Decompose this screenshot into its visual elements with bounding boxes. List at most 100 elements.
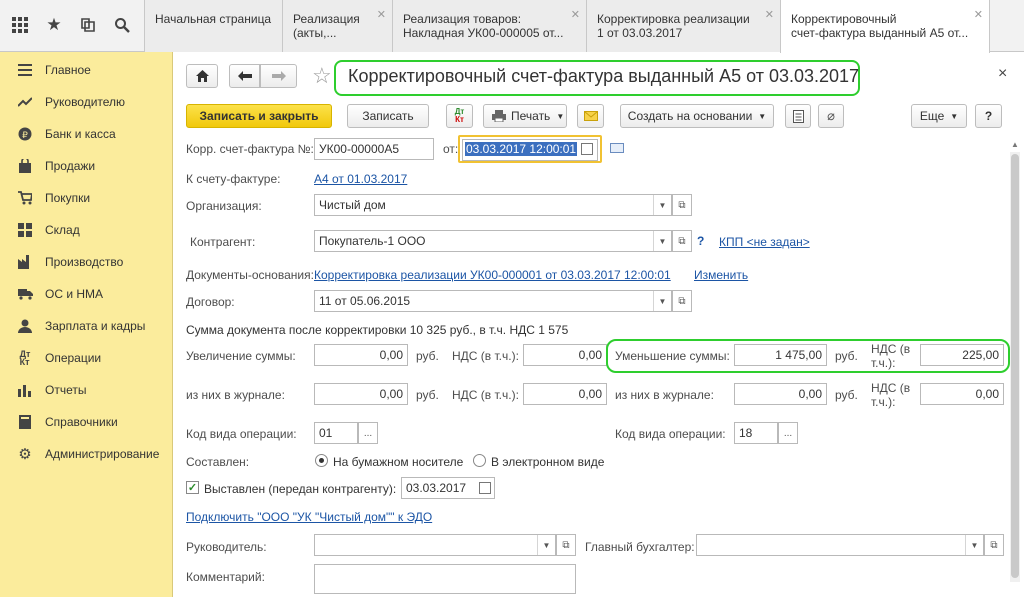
- home-button[interactable]: [186, 64, 218, 88]
- create-based-on-button[interactable]: Создать на основании ▼: [620, 104, 774, 128]
- question-icon[interactable]: ?: [697, 234, 704, 248]
- dt-kt-button[interactable]: Дт Кт: [446, 104, 473, 128]
- sidebar-item-warehouse[interactable]: Склад: [0, 219, 173, 241]
- invoice-link[interactable]: А4 от 01.03.2017: [314, 172, 407, 186]
- head-field[interactable]: ▼: [314, 534, 556, 556]
- forward-button[interactable]: [260, 64, 297, 88]
- organization-field[interactable]: Чистый дом ▼: [314, 194, 672, 216]
- kpp-link[interactable]: КПП <не задан>: [719, 235, 810, 249]
- date-field[interactable]: 03.03.2017 12:00:01: [462, 139, 598, 161]
- op-code-right-field[interactable]: 18: [734, 422, 778, 444]
- change-link[interactable]: Изменить: [694, 268, 748, 282]
- dropdown-arrow-icon[interactable]: ▼: [653, 231, 671, 251]
- electronic-option-label: В электронном виде: [491, 455, 605, 469]
- organization-label: Организация:: [186, 199, 262, 213]
- email-button[interactable]: [577, 104, 604, 128]
- print-label: Печать: [511, 109, 551, 123]
- tab-close-icon[interactable]: ✕: [974, 8, 983, 22]
- sidebar-item-manager[interactable]: Руководителю: [0, 91, 173, 113]
- save-and-close-button[interactable]: Записать и закрыть: [186, 104, 332, 128]
- sidebar-item-purchases[interactable]: Покупки: [0, 187, 173, 209]
- increase-vat-field[interactable]: 0,00: [523, 344, 607, 366]
- decrease-field[interactable]: 1 475,00: [734, 344, 827, 366]
- sidebar-item-salary[interactable]: Зарплата и кадры: [0, 315, 173, 337]
- calendar-icon[interactable]: [581, 143, 593, 155]
- favorites-star-icon[interactable]: ★: [41, 12, 67, 38]
- notes-icon[interactable]: [610, 143, 624, 153]
- accountant-label: Главный бухгалтер:: [585, 540, 695, 554]
- sidebar-item-catalogs[interactable]: Справочники: [0, 411, 173, 433]
- edo-connect-link[interactable]: Подключить "ООО "УК "Чистый дом"" к ЭДО: [186, 510, 432, 524]
- accountant-field[interactable]: ▼: [696, 534, 984, 556]
- more-button[interactable]: Еще ▼: [911, 104, 967, 128]
- sidebar-item-admin[interactable]: ⚙ Администрирование: [0, 443, 173, 465]
- close-form-icon[interactable]: ×: [998, 65, 1007, 83]
- dropdown-arrow-icon[interactable]: ▼: [653, 195, 671, 215]
- document-button[interactable]: [785, 104, 811, 128]
- paper-radio[interactable]: [315, 454, 328, 467]
- save-button[interactable]: Записать: [347, 104, 429, 128]
- attach-button[interactable]: ⌀: [818, 104, 844, 128]
- contract-field[interactable]: 11 от 05.06.2015 ▼: [314, 290, 672, 312]
- open-accountant-icon[interactable]: ⧉: [984, 534, 1004, 556]
- sidebar-item-production[interactable]: Производство: [0, 251, 173, 273]
- sidebar-item-operations[interactable]: Дт Кт Операции: [0, 347, 173, 369]
- decrease-vat-field[interactable]: 225,00: [920, 344, 1004, 366]
- dropdown-arrow-icon[interactable]: ▼: [965, 535, 983, 555]
- dropdown-arrow-icon[interactable]: ▼: [537, 535, 555, 555]
- sidebar-item-label: Администрирование: [45, 447, 160, 461]
- sidebar-item-main[interactable]: Главное: [0, 59, 173, 81]
- tab-label: Начальная страница: [155, 12, 272, 26]
- sidebar-item-bank[interactable]: ₽ Банк и касса: [0, 123, 173, 145]
- tab-home[interactable]: Начальная страница: [144, 0, 282, 52]
- open-head-icon[interactable]: ⧉: [556, 534, 576, 556]
- tab-close-icon[interactable]: ✕: [765, 8, 774, 22]
- sidebar-item-label: Зарплата и кадры: [45, 319, 146, 333]
- tab-close-icon[interactable]: ✕: [377, 8, 386, 22]
- journal-increase-vat-field[interactable]: 0,00: [523, 383, 607, 405]
- tab-corr-invoice[interactable]: Корректировочный счет-фактура выданный А…: [780, 0, 990, 53]
- help-button[interactable]: ?: [975, 104, 1002, 128]
- journal-decrease-field[interactable]: 0,00: [734, 383, 827, 405]
- electronic-radio[interactable]: [473, 454, 486, 467]
- scrollbar-thumb[interactable]: [1011, 154, 1019, 578]
- dropdown-arrow-icon: ▼: [950, 111, 959, 121]
- page-title: Корректировочный счет-фактура выданный А…: [348, 66, 860, 86]
- scroll-up-arrow-icon[interactable]: ▲: [1011, 140, 1019, 149]
- increase-field[interactable]: 0,00: [314, 344, 408, 366]
- sidebar-item-reports[interactable]: Отчеты: [0, 379, 173, 401]
- journal-increase-field[interactable]: 0,00: [314, 383, 408, 405]
- print-button[interactable]: Печать ▼: [483, 104, 567, 128]
- tab-correction[interactable]: Корректировка реализации 1 от 03.03.2017…: [586, 0, 780, 52]
- tab-sales-list[interactable]: Реализация (акты,... ✕: [282, 0, 392, 52]
- corr-no-field[interactable]: УК00-00000А5: [314, 138, 434, 160]
- search-icon[interactable]: [109, 12, 135, 38]
- calendar-icon[interactable]: [479, 482, 491, 494]
- open-contract-icon[interactable]: ⧉: [672, 290, 692, 312]
- tab-close-icon[interactable]: ✕: [571, 8, 580, 22]
- journal-decrease-vat-field[interactable]: 0,00: [920, 383, 1004, 405]
- op-code-left-select-button[interactable]: ...: [358, 422, 378, 444]
- open-contractor-icon[interactable]: ⧉: [672, 230, 692, 252]
- issued-checkbox[interactable]: ✓: [186, 481, 199, 494]
- sidebar-item-fixed-assets[interactable]: ОС и НМА: [0, 283, 173, 305]
- dropdown-arrow-icon: ▼: [556, 111, 565, 121]
- history-icon[interactable]: [75, 12, 101, 38]
- apps-grid-icon[interactable]: [7, 12, 33, 38]
- sidebar-item-label: Руководителю: [45, 95, 126, 109]
- op-code-left-field[interactable]: 01: [314, 422, 358, 444]
- open-organization-icon[interactable]: ⧉: [672, 194, 692, 216]
- back-button[interactable]: [229, 64, 260, 88]
- comment-field[interactable]: [314, 564, 576, 594]
- vertical-scrollbar[interactable]: [1010, 152, 1020, 582]
- contractor-field[interactable]: Покупатель-1 ООО ▼: [314, 230, 672, 252]
- tab-sales-invoice[interactable]: Реализация товаров: Накладная УК00-00000…: [392, 0, 586, 52]
- create-based-on-label: Создать на основании: [627, 109, 753, 123]
- sidebar-item-sales[interactable]: Продажи: [0, 155, 173, 177]
- basis-docs-link[interactable]: Корректировка реализации УК00-000001 от …: [314, 268, 671, 282]
- dropdown-arrow-icon[interactable]: ▼: [653, 291, 671, 311]
- sidebar-item-label: Производство: [45, 255, 124, 269]
- favorite-star-icon[interactable]: ☆: [312, 64, 332, 88]
- op-code-right-select-button[interactable]: ...: [778, 422, 798, 444]
- vat-label-wrapped: НДС (в т.ч.):: [871, 381, 910, 409]
